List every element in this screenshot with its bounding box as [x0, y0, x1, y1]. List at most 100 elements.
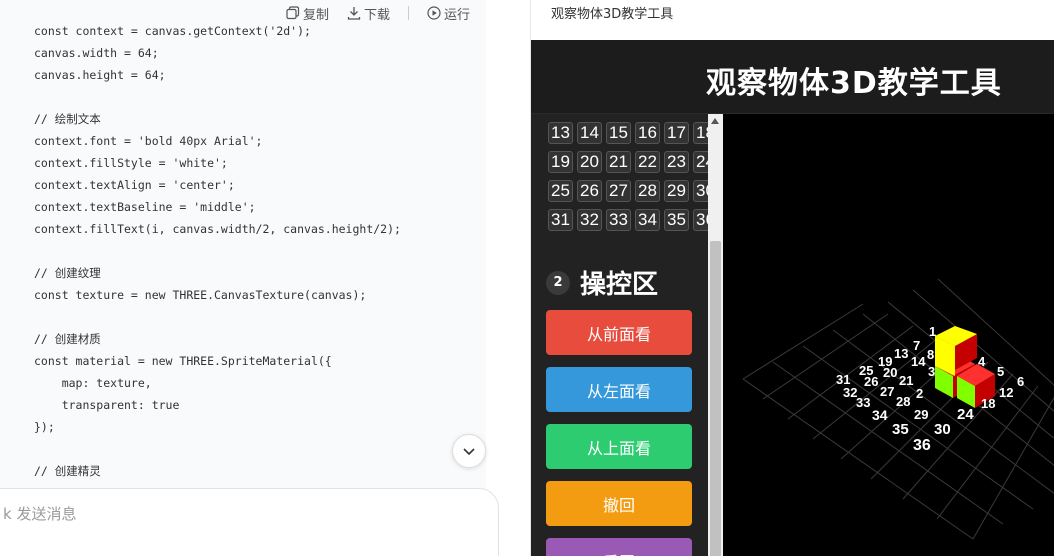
floor-label: 35 — [892, 421, 909, 438]
grid-cell[interactable]: 26 — [575, 176, 604, 205]
code-line: map: texture, — [34, 376, 152, 390]
floor-label: 5 — [997, 364, 1004, 379]
app-header: 观察物体3D教学工具 — [531, 40, 1054, 114]
code-line: context.fillText(i, canvas.width/2, canv… — [34, 222, 401, 236]
scroll-to-bottom-button[interactable] — [452, 434, 486, 468]
grid-cell-label: 20 — [577, 150, 602, 173]
code-line: // 创建纹理 — [34, 266, 101, 280]
code-line: }); — [34, 420, 55, 434]
section-number-badge: 2 — [546, 270, 570, 295]
section-title: 操控区 — [580, 270, 659, 300]
download-icon — [347, 7, 361, 20]
floor-label: 32 — [843, 385, 857, 400]
grid-cell[interactable]: 23 — [662, 147, 691, 176]
panel-scrollbar[interactable] — [708, 114, 723, 556]
reset-button[interactable]: 重置 — [546, 538, 692, 556]
grid-cell[interactable]: 17 — [662, 118, 691, 147]
code-line: // 绘制文本 — [34, 112, 101, 126]
floor-label: 4 — [978, 354, 986, 369]
grid-cell-label: 31 — [548, 208, 573, 231]
floor-label: 12 — [999, 385, 1013, 400]
grid-cell[interactable]: 34 — [633, 205, 662, 234]
chat-input-box[interactable] — [0, 488, 499, 556]
3d-scene: 1 4 5 6 12 18 24 30 36 35 34 33 31 32 25… — [742, 278, 1054, 540]
grid-cell-label: 23 — [664, 150, 689, 173]
grid-cell-label: 21 — [606, 150, 631, 173]
code-line: context.textBaseline = 'middle'; — [34, 200, 256, 214]
floor-label: 18 — [981, 396, 995, 411]
app-frame: 观察物体3D教学工具 13 14 15 16 17 18 19 20 21 22… — [531, 40, 1054, 556]
scrollbar-thumb[interactable] — [710, 241, 721, 556]
grid-cell[interactable]: 21 — [604, 147, 633, 176]
grid-cell-label: 26 — [577, 179, 602, 202]
grid-cell[interactable]: 14 — [575, 118, 604, 147]
toolbar-divider — [407, 6, 409, 20]
chevron-down-icon — [463, 448, 475, 456]
grid-cell-label: 28 — [635, 179, 660, 202]
play-icon — [427, 6, 441, 20]
code-line: // 创建材质 — [34, 332, 101, 346]
grid-cell-label: 27 — [606, 179, 631, 202]
floor-label: 30 — [934, 421, 951, 438]
grid-cell[interactable]: 15 — [604, 118, 633, 147]
floor-label: 29 — [914, 407, 928, 422]
floor-label: 13 — [894, 346, 908, 361]
grid-cell[interactable]: 27 — [604, 176, 633, 205]
floor-label: 8 — [927, 347, 934, 362]
control-panel: 13 14 15 16 17 18 19 20 21 22 23 24 25 2… — [531, 114, 723, 556]
floor-label: 36 — [913, 437, 931, 454]
grid-cell-label: 34 — [635, 208, 660, 231]
undo-button[interactable]: 撤回 — [546, 481, 692, 526]
preview-pane: 观察物体3D教学工具 观察物体3D教学工具 13 14 15 16 17 18 … — [530, 0, 1054, 556]
code-text: const context = canvas.getContext('2d');… — [34, 20, 486, 482]
floor-label: 14 — [911, 354, 926, 369]
3d-viewport[interactable]: 1 4 5 6 12 18 24 30 36 35 34 33 31 32 25… — [723, 114, 1054, 556]
left-view-button[interactable]: 从左面看 — [546, 367, 692, 412]
grid-cell[interactable]: 32 — [575, 205, 604, 234]
scroll-up-arrow-icon[interactable] — [711, 118, 719, 124]
preview-window-title: 观察物体3D教学工具 — [551, 7, 674, 22]
grid-cell[interactable]: 29 — [662, 176, 691, 205]
code-line: canvas.width = 64; — [34, 46, 159, 60]
grid-cell-label: 19 — [548, 150, 573, 173]
code-line: transparent: true — [34, 398, 180, 412]
grid-cell[interactable]: 20 — [575, 147, 604, 176]
code-line: const material = new THREE.SpriteMateria… — [34, 354, 332, 368]
top-view-button[interactable]: 从上面看 — [546, 424, 692, 469]
grid-cell[interactable]: 35 — [662, 205, 691, 234]
floor-label: 33 — [856, 395, 870, 410]
grid-cell[interactable]: 25 — [546, 176, 575, 205]
grid-cell-label: 17 — [664, 121, 689, 144]
floor-label: 2 — [916, 386, 923, 401]
grid-cell-label: 13 — [548, 121, 573, 144]
code-line: canvas.height = 64; — [34, 68, 166, 82]
floor-label: 21 — [899, 373, 913, 388]
grid-cell-label: 16 — [635, 121, 660, 144]
grid-cell-label: 14 — [577, 121, 602, 144]
grid-cell-label: 35 — [664, 208, 689, 231]
message-input[interactable] — [1, 504, 305, 524]
code-line: context.font = 'bold 40px Arial'; — [34, 134, 263, 148]
copy-icon — [286, 6, 300, 20]
grid-cell-label: 32 — [577, 208, 602, 231]
grid-cell[interactable]: 19 — [546, 147, 575, 176]
floor-label: 34 — [872, 407, 888, 423]
grid-cell[interactable]: 28 — [633, 176, 662, 205]
grid-cell[interactable]: 22 — [633, 147, 662, 176]
front-view-button[interactable]: 从前面看 — [546, 310, 692, 355]
grid-cell-label: 22 — [635, 150, 660, 173]
grid-cell[interactable]: 16 — [633, 118, 662, 147]
grid-cell-label: 25 — [548, 179, 573, 202]
floor-grid — [742, 278, 1054, 540]
code-line: context.fillStyle = 'white'; — [34, 156, 228, 170]
floor-label: 3 — [928, 364, 935, 379]
grid-cell[interactable]: 33 — [604, 205, 633, 234]
floor-label: 26 — [864, 374, 878, 389]
grid-cell-label: 33 — [606, 208, 631, 231]
grid-cell[interactable]: 13 — [546, 118, 575, 147]
grid-cell[interactable]: 31 — [546, 205, 575, 234]
control-section-header: 2 操控区 — [546, 264, 658, 301]
